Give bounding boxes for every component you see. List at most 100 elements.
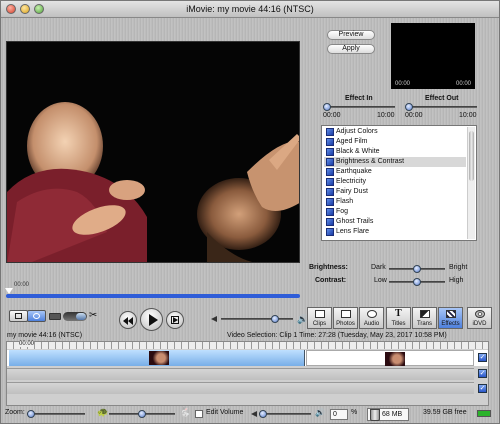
effect-icon (326, 128, 334, 136)
pane-titles-button[interactable]: T Titles (386, 307, 411, 329)
effects-list[interactable]: Adjust Colors Aged Film Black & White Br… (321, 125, 477, 241)
clip-volume-slider[interactable] (259, 410, 311, 418)
movie-info: my movie 44:16 (NTSC) (7, 332, 83, 339)
contrast-knob[interactable] (413, 278, 421, 286)
audio-track-1[interactable] (7, 368, 474, 380)
video-clip-2[interactable] (306, 350, 474, 366)
effect-item[interactable]: Flash (324, 197, 466, 207)
playhead-icon[interactable] (5, 288, 13, 294)
brightness-label: Brightness: (309, 264, 348, 271)
contrast-label: Contrast: (315, 277, 347, 284)
effect-in-knob[interactable] (323, 103, 331, 111)
effect-item[interactable]: Fog (324, 207, 466, 217)
brightness-min-label: Dark (371, 264, 386, 271)
imovie-window: iMovie: my movie 44:16 (NTSC) 00:00 Prev… (0, 0, 500, 424)
trans-icon (420, 310, 430, 318)
effect-icon (326, 178, 334, 186)
play-button[interactable] (140, 308, 163, 331)
pane-idvd-button[interactable]: iDVD (467, 307, 492, 329)
effect-item[interactable]: Ghost Trails (324, 217, 466, 227)
slow-speed-icon: 🐢 (97, 407, 109, 417)
idvd-icon (475, 310, 485, 318)
volume-value-field[interactable]: 0 (330, 409, 348, 420)
audio-icon (367, 310, 377, 318)
clips-icon (315, 310, 325, 318)
effect-item[interactable]: Adjust Colors (324, 127, 466, 137)
effect-out-slider[interactable] (405, 103, 477, 111)
pane-effects-button[interactable]: Effects (438, 307, 463, 329)
video-clip-1[interactable] (9, 350, 305, 366)
effect-icon (326, 218, 334, 226)
effect-in-label: Effect In (345, 95, 373, 102)
selection-info: Video Selection: Clip 1 Time: 27:28 (Tue… (227, 332, 447, 339)
playback-volume-slider[interactable] (221, 315, 293, 323)
edit-volume-checkbox[interactable] (195, 410, 203, 418)
volume-unit: % (351, 409, 358, 416)
timeline-view-button[interactable] (27, 310, 46, 322)
scrubber-bar[interactable] (6, 294, 300, 298)
clip-volume-knob[interactable] (259, 410, 267, 418)
effect-icon (326, 188, 334, 196)
effect-icon (326, 158, 334, 166)
timeline[interactable]: 00:00 ✓ ✓ ✓ (6, 341, 489, 406)
contrast-slider[interactable] (389, 278, 445, 286)
effect-item[interactable]: Aged Film (324, 137, 466, 147)
preview-time-start: 00:00 (395, 81, 411, 87)
photos-icon (341, 310, 351, 318)
zoom-slider[interactable] (27, 410, 85, 418)
effect-item[interactable]: Electricity (324, 177, 466, 187)
audio-track-1-checkbox[interactable]: ✓ (478, 369, 487, 378)
mode-switch[interactable] (63, 312, 87, 321)
brightness-slider[interactable] (389, 265, 445, 273)
titles-icon: T (395, 308, 402, 319)
effect-icon (326, 138, 334, 146)
effect-icon (326, 148, 334, 156)
audio-track-2-checkbox[interactable]: ✓ (478, 384, 487, 393)
effects-scrollbar[interactable] (467, 127, 475, 239)
trash-button[interactable]: 68 MB (367, 408, 409, 421)
playback-volume-knob[interactable] (271, 315, 279, 323)
scrubber-time: 00:00 (14, 282, 30, 288)
audio-track-2[interactable] (7, 382, 474, 394)
effect-out-knob[interactable] (405, 103, 413, 111)
pane-clips-button[interactable]: Clips (307, 307, 332, 329)
timeline-ruler-time: 00:00 (19, 341, 35, 347)
pane-photos-button[interactable]: Photos (333, 307, 358, 329)
effect-preview-screen: 00:00 00:00 (391, 23, 475, 89)
pane-trans-button[interactable]: Trans (412, 307, 437, 329)
preview-button[interactable]: Preview (327, 30, 375, 40)
zoom-knob[interactable] (27, 410, 35, 418)
effect-item[interactable]: Black & White (324, 147, 466, 157)
trash-icon (370, 409, 380, 421)
effect-item[interactable]: Fairy Dust (324, 187, 466, 197)
video-track-checkbox[interactable]: ✓ (478, 353, 487, 362)
rewind-button[interactable] (119, 311, 137, 329)
effect-item-selected[interactable]: Brightness & Contrast (324, 157, 466, 167)
camera-icon (49, 313, 61, 320)
playhead-scrubber[interactable]: 00:00 (5, 282, 300, 299)
effect-icon (326, 198, 334, 206)
effect-item[interactable]: Lens Flare (324, 227, 466, 237)
preview-time-end: 00:00 (455, 81, 471, 87)
speed-slider[interactable] (109, 410, 175, 418)
clip-volume-low-icon (251, 411, 257, 417)
clip-view-button[interactable] (9, 310, 28, 322)
free-space-meter (477, 410, 491, 417)
play-fullscreen-button[interactable] (166, 311, 184, 329)
contrast-min-label: Low (374, 277, 387, 284)
effect-item[interactable]: Earthquake (324, 167, 466, 177)
video-monitor[interactable] (6, 41, 300, 263)
scissors-icon: ✂ (89, 310, 98, 321)
effects-scroll-thumb[interactable] (469, 131, 474, 181)
window-title: iMovie: my movie 44:16 (NTSC) (186, 4, 314, 14)
contrast-max-label: High (449, 277, 464, 284)
video-track[interactable]: ✓ (7, 350, 488, 366)
brightness-knob[interactable] (413, 265, 421, 273)
effect-in-slider[interactable] (323, 103, 395, 111)
effect-icon (326, 168, 334, 176)
pane-audio-button[interactable]: Audio (359, 307, 384, 329)
zoom-label: Zoom: (5, 409, 25, 416)
speed-knob[interactable] (138, 410, 146, 418)
timeline-ruler[interactable]: 00:00 (7, 341, 488, 349)
apply-button[interactable]: Apply (327, 44, 375, 54)
